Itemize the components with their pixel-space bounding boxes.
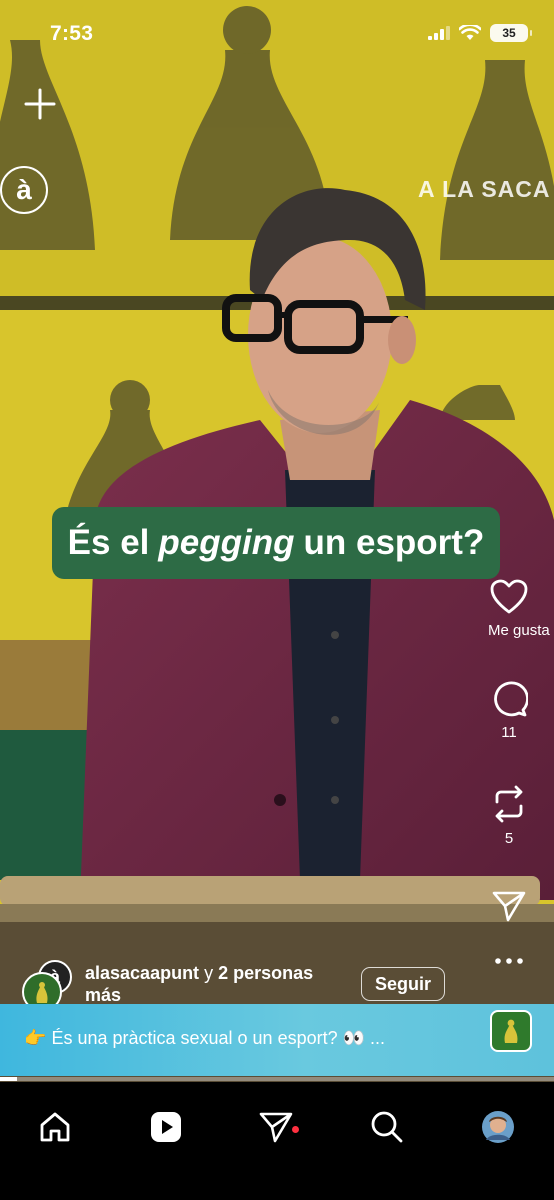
author-others[interactable]: 2 personas: [218, 963, 313, 983]
profile-avatar: [482, 1111, 514, 1143]
more-icon: [495, 958, 523, 964]
status-bar: 7:53 35: [0, 0, 554, 70]
wifi-icon: [459, 25, 481, 40]
author-info[interactable]: alasacaapunt y 2 personas más: [85, 962, 355, 1006]
playback-progress-fill: [0, 1077, 17, 1081]
playback-progress-bar[interactable]: [0, 1077, 554, 1081]
comment-button[interactable]: 11: [464, 680, 554, 741]
reel-screen: 7:53 35 à A LA SACA És el pegging un esp…: [0, 0, 554, 1200]
caption-emphasis: pegging: [158, 523, 295, 562]
nav-profile[interactable]: [473, 1102, 523, 1152]
repost-count: 5: [504, 830, 514, 847]
author-connector: y: [204, 963, 214, 983]
home-icon: [40, 1112, 70, 1142]
comment-icon: [494, 681, 528, 717]
author-username[interactable]: alasacaapunt: [85, 963, 199, 983]
nav-home[interactable]: [30, 1102, 80, 1152]
channel-logo: à: [0, 166, 48, 214]
caption-prefix: És el: [67, 523, 150, 562]
sack-logo-icon: [504, 1019, 518, 1043]
cellular-signal-icon: [428, 26, 450, 40]
direct-send-icon: [259, 1112, 293, 1143]
heart-icon: [490, 579, 528, 614]
send-icon: [492, 891, 526, 922]
sack-logo-icon: [36, 982, 48, 1003]
like-button[interactable]: Me gusta: [464, 578, 554, 639]
show-brand-watermark: A LA SACA: [418, 176, 551, 202]
like-label: Me gusta: [488, 622, 550, 639]
audio-thumbnail[interactable]: [490, 1010, 532, 1052]
description-text: És una pràctica sexual o un esport? 👀 ..…: [51, 1028, 386, 1048]
author-others-tail[interactable]: más: [85, 985, 121, 1005]
channel-logo-letter: à: [16, 174, 32, 205]
comment-count: 11: [501, 724, 517, 741]
description-emoji: 👉: [24, 1028, 47, 1048]
battery-indicator: 35: [490, 24, 532, 42]
repost-icon: [495, 785, 523, 823]
status-icons: 35: [428, 24, 532, 42]
battery-level: 35: [502, 26, 516, 40]
direct-notification-dot: [292, 1126, 299, 1133]
plus-icon: [24, 88, 56, 120]
description[interactable]: 👉 És una pràctica sexual o un esport? 👀 …: [24, 1028, 385, 1049]
nav-reels[interactable]: [141, 1102, 191, 1152]
status-time: 7:53: [50, 22, 94, 45]
nav-search[interactable]: [362, 1102, 412, 1152]
share-button[interactable]: [464, 890, 554, 922]
search-icon: [371, 1111, 403, 1143]
follow-button[interactable]: Seguir: [361, 967, 445, 1001]
caption-suffix: un esport?: [303, 523, 485, 562]
create-button[interactable]: [22, 86, 58, 122]
video-caption: És el pegging un esport?: [52, 507, 500, 579]
repost-button[interactable]: 5: [464, 784, 554, 847]
bottom-navigation: [0, 1082, 554, 1200]
follow-label: Seguir: [374, 973, 431, 994]
reels-icon: [151, 1112, 181, 1142]
more-options-button[interactable]: [464, 956, 554, 966]
